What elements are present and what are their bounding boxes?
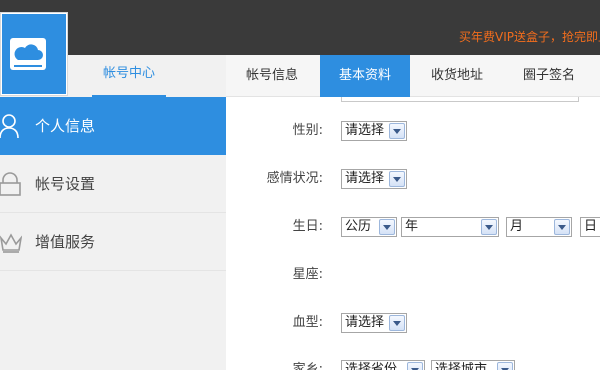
sidebar-item-label: 增值服务 — [35, 233, 96, 251]
relationship-select[interactable]: 请选择 — [341, 169, 407, 189]
zodiac-label: 星座: — [292, 267, 323, 282]
logo[interactable] — [0, 12, 68, 96]
hometown-city-select[interactable]: 选择城市 — [431, 360, 515, 370]
chevron-down-icon — [389, 123, 405, 139]
hometown-province-select[interactable]: 选择省份 — [341, 360, 425, 370]
chevron-down-icon — [379, 219, 395, 235]
promo-banner[interactable]: 买年费VIP送盒子，抢完即止 — [459, 30, 600, 44]
account-center-tab[interactable]: 帐号中心 — [92, 55, 166, 97]
chevron-down-icon — [407, 362, 423, 370]
tab-basic-profile[interactable]: 基本资料 — [320, 55, 410, 97]
sidebar-item-value-added[interactable]: 增值服务 — [0, 213, 226, 271]
tab-account-info[interactable]: 帐号信息 — [226, 55, 318, 97]
gender-value: 请选择 — [345, 123, 385, 138]
birthday-label: 生日: — [292, 219, 323, 234]
crown-icon — [0, 233, 22, 253]
top-bar — [0, 0, 600, 55]
hometown-label: 家乡: — [292, 362, 323, 370]
tab-shipping-address[interactable]: 收货地址 — [412, 55, 502, 97]
lock-icon — [0, 172, 21, 196]
calendar-type-value: 公历 — [345, 219, 372, 234]
tab-bar: 帐号信息 基本资料 收货地址 圈子签名 — [226, 55, 600, 97]
gender-label: 性别: — [292, 123, 323, 138]
hometown-city-value: 选择城市 — [435, 362, 488, 370]
blood-type-label: 血型: — [292, 315, 323, 330]
chevron-down-icon — [389, 171, 405, 187]
sidebar-item-account-settings[interactable]: 帐号设置 — [0, 155, 226, 213]
sidebar-item-personal-info[interactable]: 个人信息 — [0, 97, 226, 155]
cloud-icon — [10, 38, 46, 70]
partial-field-edge — [341, 97, 579, 102]
birth-month-select[interactable]: 月 — [506, 217, 572, 237]
user-icon — [0, 114, 19, 138]
birth-day-select[interactable]: 日 — [580, 217, 600, 237]
gender-select[interactable]: 请选择 — [341, 121, 407, 141]
birth-day-value: 日 — [584, 219, 598, 234]
blood-type-select[interactable]: 请选择 — [341, 313, 407, 333]
hometown-province-value: 选择省份 — [345, 362, 398, 370]
calendar-type-select[interactable]: 公历 — [341, 217, 397, 237]
birth-month-value: 月 — [510, 219, 524, 234]
chevron-down-icon — [554, 219, 570, 235]
sidebar: 个人信息 帐号设置 增值服务 — [0, 97, 226, 370]
sidebar-item-label: 个人信息 — [35, 117, 96, 135]
chevron-down-icon — [481, 219, 497, 235]
birth-year-value: 年 — [405, 219, 419, 234]
tab-circle-signature[interactable]: 圈子签名 — [504, 55, 594, 97]
chevron-down-icon — [389, 315, 405, 331]
birth-year-select[interactable]: 年 — [401, 217, 499, 237]
chevron-down-icon — [497, 362, 513, 370]
sidebar-item-label: 帐号设置 — [35, 175, 96, 193]
blood-type-value: 请选择 — [345, 315, 385, 330]
logo-background — [2, 14, 66, 94]
relationship-value: 请选择 — [345, 171, 385, 186]
relationship-label: 感情状况: — [266, 171, 323, 186]
